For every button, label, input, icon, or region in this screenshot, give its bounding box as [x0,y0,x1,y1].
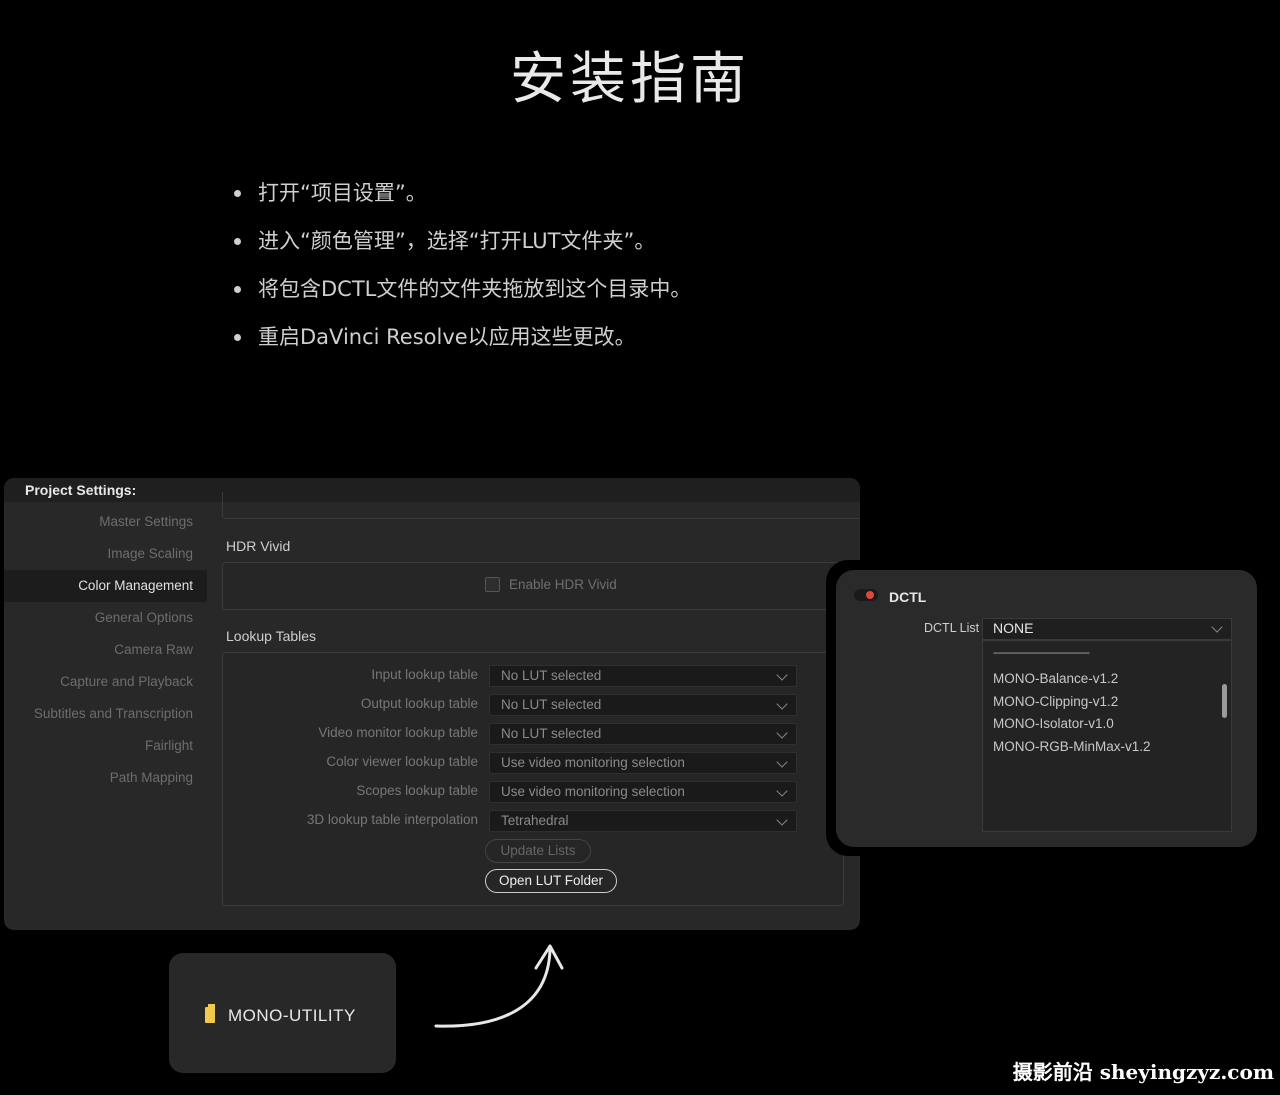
watermark: 摄影前沿 sheyingzyz.com [1012,1060,1274,1084]
panel-title: Project Settings: [25,482,137,498]
lut-row-color-viewer: Color viewer lookup table Use video moni… [223,752,823,774]
hdr-section-label: HDR Vivid [226,538,291,554]
lut-label: Output lookup table [360,696,478,711]
nav-color-management[interactable]: Color Management [4,570,207,602]
chevron-down-icon [776,727,788,739]
dctl-option[interactable]: MONO-RGB-MinMax-v1.2 [993,739,1151,754]
lut-label: 3D lookup table interpolation [306,812,478,827]
lut-row-video-monitor: Video monitor lookup table No LUT select… [223,723,823,745]
settings-nav: Master Settings Image Scaling Color Mana… [4,506,207,794]
nav-general-options[interactable]: General Options [4,602,207,634]
nav-path-mapping[interactable]: Path Mapping [4,762,207,794]
lut-select-input[interactable]: No LUT selected [489,665,797,687]
lut-value: Use video monitoring selection [501,784,685,799]
chevron-down-icon [776,669,788,681]
steps-list: 打开“项目设置”。 进入“颜色管理”，选择“打开LUT文件夹”。 将包含DCTL… [234,176,691,368]
step-item: 将包含DCTL文件的文件夹拖放到这个目录中。 [234,272,691,320]
chevron-down-icon [776,785,788,797]
hdr-checkbox[interactable] [485,577,500,592]
lut-row-interpolation: 3D lookup table interpolation Tetrahedra… [223,810,823,832]
lut-value: Tetrahedral [501,813,569,828]
chevron-down-icon [776,756,788,768]
lut-label: Input lookup table [371,667,478,682]
lut-row-scopes: Scopes lookup table Use video monitoring… [223,781,823,803]
lut-label: Scopes lookup table [356,783,478,798]
lut-select-video-monitor[interactable]: No LUT selected [489,723,797,745]
lut-select-interpolation[interactable]: Tetrahedral [489,810,797,832]
folder-name: MONO-UTILITY [228,1006,356,1025]
hdr-checkbox-label: Enable HDR Vivid [509,577,617,592]
dctl-option[interactable]: MONO-Clipping-v1.2 [993,694,1118,709]
open-lut-folder-button[interactable]: Open LUT Folder [485,869,617,893]
step-item: 打开“项目设置”。 [234,176,691,224]
dctl-panel: DCTL DCTL List NONE --------------------… [836,570,1257,847]
hdr-box: Enable HDR Vivid [222,562,844,610]
nav-camera-raw[interactable]: Camera Raw [4,634,207,666]
toggle-knob-icon [866,591,874,599]
folder-icon [205,1004,215,1023]
lut-label: Color viewer lookup table [326,754,478,769]
dctl-list-select[interactable]: NONE [982,618,1232,640]
lut-select-scopes[interactable]: Use video monitoring selection [489,781,797,803]
project-settings-panel: Project Settings: Master Settings Image … [4,478,860,930]
lut-value: No LUT selected [501,668,602,683]
dctl-option[interactable]: MONO-Balance-v1.2 [993,671,1118,686]
bullet-icon [234,286,241,293]
chevron-down-icon [776,814,788,826]
dctl-dropdown-list: ------------------------------------ MON… [982,640,1232,832]
dctl-title: DCTL [889,589,927,605]
lut-section-label: Lookup Tables [226,628,317,644]
bullet-icon [234,238,241,245]
drag-arrow-icon [434,944,564,1028]
dctl-divider: ------------------------------------ [993,647,1090,659]
previous-section-box [222,492,860,519]
page-title: 安装指南 [510,47,750,112]
lut-label: Video monitor lookup table [318,725,478,740]
lut-row-input: Input lookup table No LUT selected [223,665,823,687]
bullet-icon [234,334,241,341]
folder-card[interactable]: MONO-UTILITY [169,953,396,1073]
lut-select-output[interactable]: No LUT selected [489,694,797,716]
nav-capture-playback[interactable]: Capture and Playback [4,666,207,698]
dctl-option[interactable]: MONO-Isolator-v1.0 [993,716,1114,731]
nav-fairlight[interactable]: Fairlight [4,730,207,762]
lut-value: Use video monitoring selection [501,755,685,770]
lut-value: No LUT selected [501,697,602,712]
dctl-selected-value: NONE [993,620,1034,636]
lut-value: No LUT selected [501,726,602,741]
chevron-down-icon [776,698,788,710]
dctl-scrollbar[interactable] [1222,684,1227,718]
lut-select-color-viewer[interactable]: Use video monitoring selection [489,752,797,774]
update-lists-button[interactable]: Update Lists [485,839,591,863]
step-item: 重启DaVinci Resolve以应用这些更改。 [234,320,691,368]
dctl-list-label: DCTL List [924,621,980,635]
nav-image-scaling[interactable]: Image Scaling [4,538,207,570]
step-text: 将包含DCTL文件的文件夹拖放到这个目录中。 [258,277,692,301]
step-text: 重启DaVinci Resolve以应用这些更改。 [258,325,636,349]
step-item: 进入“颜色管理”，选择“打开LUT文件夹”。 [234,224,691,272]
step-text: 打开“项目设置”。 [258,181,427,205]
bullet-icon [234,190,241,197]
lut-row-output: Output lookup table No LUT selected [223,694,823,716]
nav-subtitles[interactable]: Subtitles and Transcription [4,698,207,730]
step-text: 进入“颜色管理”，选择“打开LUT文件夹”。 [258,229,656,253]
dctl-toggle[interactable] [854,589,878,601]
chevron-down-icon [1211,621,1223,633]
nav-master-settings[interactable]: Master Settings [4,506,207,538]
lut-box: Input lookup table No LUT selected Outpu… [222,652,844,906]
